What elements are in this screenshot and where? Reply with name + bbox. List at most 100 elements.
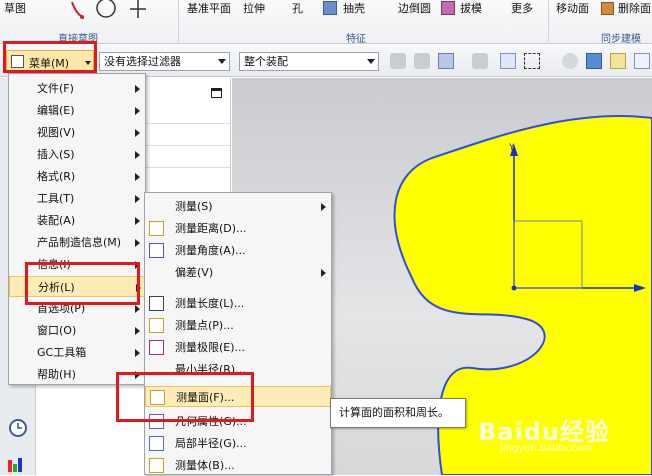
submenu-arrow-icon: [135, 349, 140, 357]
ribbon-datum-plane[interactable]: 基准平面: [187, 0, 231, 16]
main-menu: 文件(F) 编辑(E) 视图(V) 插入(S) 格式(R) 工具(T) 装配(A) 产品制造信…: [8, 73, 146, 385]
menu-item-label: 装配(A): [37, 214, 76, 227]
menu-item-local-radius[interactable]: 局部半径(G)...: [145, 433, 331, 454]
ribbon-delete-face[interactable]: 删除面: [618, 0, 651, 16]
menu-item-tools[interactable]: 工具(T): [9, 188, 145, 209]
snap-point-icon[interactable]: [610, 53, 626, 69]
submenu-arrow-icon: [135, 327, 140, 335]
menu-item-measure-face[interactable]: 测量面(F)...: [145, 386, 331, 407]
ribbon-sketch[interactable]: 草图: [4, 0, 26, 16]
group-sync-modeling: 同步建模: [601, 34, 641, 45]
chevron-down-icon: [85, 61, 91, 65]
menu-item-label: 测量点(P)...: [175, 319, 234, 332]
group-feature: 特征: [346, 34, 366, 45]
menu-item-label: 文件(F): [37, 82, 74, 95]
menu-item-label: 测量面(F)...: [176, 391, 235, 404]
watermark-url: jingyan.baidu.com: [500, 443, 593, 454]
menu-item-label: 分析(L): [38, 281, 75, 294]
menu-item-info[interactable]: 信息(I): [9, 254, 145, 275]
menu-item-min-radius[interactable]: 最小半径(R)...: [145, 359, 331, 380]
submenu-arrow-icon: [135, 173, 140, 181]
ribbon: 草图 直接草图 基准平面 拉伸 孔 抽壳 边倒圆 拔模 更多 特征 移动面 删除…: [0, 0, 652, 45]
menu-item-measure-point[interactable]: 测量点(P)...: [145, 315, 331, 336]
ribbon-shell[interactable]: 抽壳: [343, 0, 365, 16]
menu-item-assembly[interactable]: 装配(A): [9, 210, 145, 231]
palette-icon[interactable]: [6, 456, 26, 474]
assembly-scope-value: 整个装配: [244, 55, 288, 68]
menu-item-edit[interactable]: 编辑(E): [9, 100, 145, 121]
menu-item-label: 偏差(V): [175, 266, 214, 279]
geometry-icon: [149, 414, 164, 429]
menu-item-insert[interactable]: 插入(S): [9, 144, 145, 165]
submenu-arrow-icon: [136, 284, 141, 292]
menu-icon: [11, 55, 24, 68]
menu-item-measure-body[interactable]: 测量体(B)...: [145, 455, 331, 476]
menu-item-deviation[interactable]: 偏差(V): [145, 262, 331, 283]
ribbon-draft[interactable]: 拔模: [460, 0, 482, 16]
submenu-arrow-icon: [135, 151, 140, 159]
point-tool-icon[interactable]: [472, 53, 488, 69]
menu-item-measure-distance[interactable]: 测量距离(D)...: [145, 218, 331, 239]
local-radius-icon: [149, 436, 164, 451]
panel-row: [146, 152, 230, 168]
svg-text:Y: Y: [508, 143, 515, 153]
sketch-tools-icon[interactable]: [62, 0, 152, 22]
filter-tool-icon[interactable]: [390, 53, 406, 69]
wcs-tool-icon[interactable]: [500, 53, 516, 69]
menu-item-label: 首选项(P): [37, 302, 86, 315]
menu-item-view[interactable]: 视图(V): [9, 122, 145, 143]
menu-item-help[interactable]: 帮助(H): [9, 364, 145, 385]
snap-tool-icon[interactable]: [414, 53, 430, 69]
maximize-icon[interactable]: [211, 88, 222, 98]
menu-item-measure-angle[interactable]: 测量角度(A)...: [145, 240, 331, 261]
menu-item-window[interactable]: 窗口(O): [9, 320, 145, 341]
menu-button[interactable]: 菜单(M): [6, 50, 94, 73]
menu-item-file[interactable]: 文件(F): [9, 78, 145, 99]
menu-item-label: 编辑(E): [37, 104, 75, 117]
submenu-arrow-icon: [135, 261, 140, 269]
menu-item-measure-limit[interactable]: 测量极限(E)...: [145, 337, 331, 358]
clock-icon[interactable]: [8, 418, 28, 438]
ribbon-hole[interactable]: 孔: [292, 0, 303, 16]
delete-face-icon: [601, 2, 614, 15]
menu-item-label: 帮助(H): [37, 368, 76, 381]
menu-item-label: 测量极限(E)...: [175, 341, 246, 354]
panel-row: [146, 108, 230, 124]
select-tool-icon[interactable]: [438, 53, 454, 69]
menu-item-analysis[interactable]: 分析(L): [9, 276, 145, 297]
submenu-arrow-icon: [135, 371, 140, 379]
submenu-arrow-icon: [135, 305, 140, 313]
menu-item-geometric-properties[interactable]: 几何属性(G)...: [145, 411, 331, 432]
ribbon-more[interactable]: 更多: [511, 0, 533, 16]
menu-item-label: 几何属性(G)...: [175, 415, 247, 428]
measure-body-icon: [149, 458, 164, 473]
submenu-arrow-icon: [135, 239, 140, 247]
menu-item-measure[interactable]: 测量(S): [145, 196, 331, 217]
menu-item-format[interactable]: 格式(R): [9, 166, 145, 187]
ribbon-extrude[interactable]: 拉伸: [243, 0, 265, 16]
menu-item-label: 最小半径(R)...: [175, 363, 246, 376]
menu-item-preferences[interactable]: 首选项(P): [9, 298, 145, 319]
ruler-point-icon: [149, 318, 164, 333]
group-direct-sketch: 直接草图: [58, 34, 98, 45]
menu-item-label: 局部半径(G)...: [175, 437, 247, 450]
menu-item-pmi[interactable]: 产品制造信息(M): [9, 232, 145, 253]
menu-item-gc-toolbox[interactable]: GC工具箱: [9, 342, 145, 363]
menu-item-label: 测量角度(A)...: [175, 244, 246, 257]
shaded-view-icon[interactable]: [586, 53, 602, 69]
tooltip: 计算面的面积和周长。: [330, 398, 466, 428]
view-tool-icon[interactable]: [562, 53, 578, 69]
assembly-scope-select[interactable]: 整个装配: [239, 52, 379, 71]
shell-icon: [323, 1, 337, 15]
menu-item-measure-length[interactable]: 测量长度(L)...: [145, 293, 331, 314]
submenu-arrow-icon: [321, 269, 326, 277]
ribbon-move-face[interactable]: 移动面: [556, 0, 589, 16]
box-select-icon[interactable]: [524, 53, 540, 69]
ribbon-edge-blend[interactable]: 边倒圆: [398, 0, 431, 16]
menu-item-label: 视图(V): [37, 126, 76, 139]
selection-filter-select[interactable]: 没有选择过滤器: [99, 52, 230, 71]
line-tool-icon[interactable]: [634, 53, 650, 69]
menu-item-label: 窗口(O): [37, 324, 77, 337]
analysis-submenu: 测量(S) 测量距离(D)... 测量角度(A)... 偏差(V) 测量长度(L)...…: [144, 192, 332, 475]
menu-item-label: GC工具箱: [37, 346, 87, 359]
